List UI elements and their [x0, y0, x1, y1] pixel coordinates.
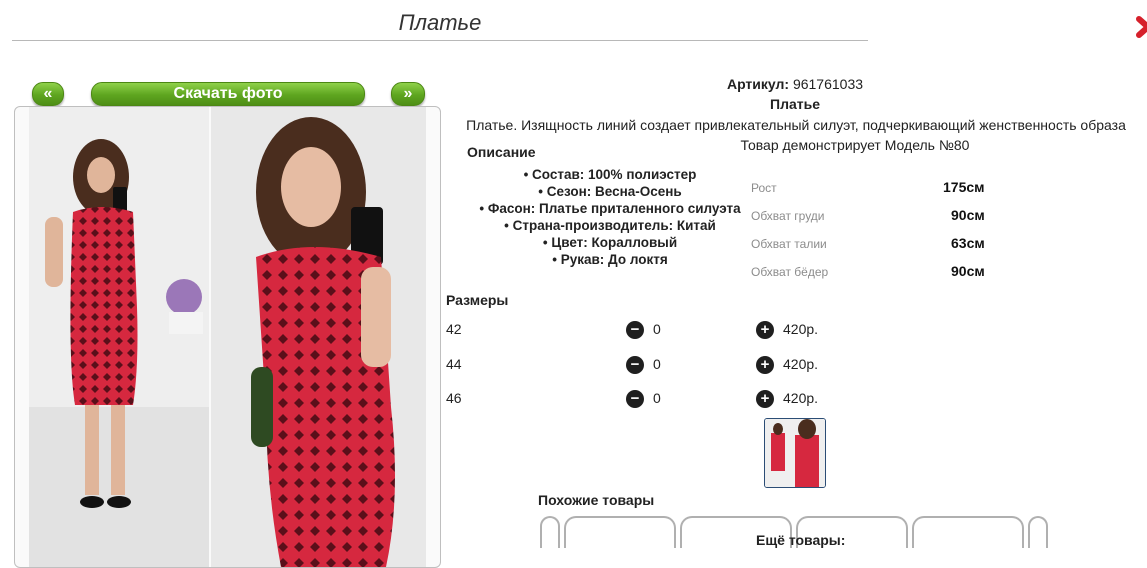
measurement-label: Обхват бёдер: [751, 265, 829, 279]
size-label: 44: [446, 356, 462, 372]
measurement-value: 90см: [951, 207, 985, 223]
measurement-label: Обхват груди: [751, 209, 825, 223]
size-qty: 0: [653, 390, 661, 406]
plus-icon[interactable]: +: [756, 356, 774, 374]
similar-heading: Похожие товары: [538, 492, 655, 508]
size-label: 42: [446, 321, 462, 337]
attribute-item: Состав: 100% полиэстер: [450, 166, 770, 183]
photo-viewer: [14, 106, 441, 568]
prev-photo-button[interactable]: «: [32, 82, 64, 106]
title-divider: [12, 40, 868, 41]
product-photo-closeup: [211, 107, 426, 567]
attribute-item: Сезон: Весна-Осень: [450, 183, 770, 200]
carousel-prev-tab[interactable]: [540, 516, 560, 548]
minus-icon[interactable]: −: [626, 321, 644, 339]
download-photo-button[interactable]: Скачать фото: [91, 82, 365, 106]
minus-icon[interactable]: −: [626, 356, 644, 374]
size-price: 420р.: [783, 390, 819, 406]
article-value: 961761033: [792, 76, 864, 92]
measurement-row: Обхват талии 63см: [751, 235, 991, 251]
product-description: Платье. Изящность линий создает привлека…: [466, 117, 1126, 133]
size-label: 46: [446, 390, 462, 406]
measurement-row: Рост 175см: [751, 179, 991, 195]
product-name: Платье: [770, 96, 820, 112]
measurement-value: 63см: [951, 235, 985, 251]
measurement-value: 175см: [943, 179, 985, 195]
product-photo-full: [29, 107, 209, 567]
size-price: 420р.: [783, 356, 819, 372]
size-qty: 0: [653, 321, 661, 337]
attribute-item: Фасон: Платье приталенного силуэта: [450, 200, 770, 217]
plus-icon[interactable]: +: [756, 321, 774, 339]
measurement-label: Рост: [751, 181, 777, 195]
minus-icon[interactable]: −: [626, 390, 644, 408]
attribute-item: Страна-производитель: Китай: [450, 217, 770, 234]
similar-item-tab[interactable]: [912, 516, 1024, 548]
photo-thumbnail[interactable]: [764, 418, 826, 488]
measurement-value: 90см: [951, 263, 985, 279]
description-heading: Описание: [467, 144, 536, 160]
page-title: Платье: [398, 10, 482, 35]
article-label: Артикул:: [726, 76, 790, 92]
size-qty: 0: [653, 356, 661, 372]
measurement-row: Обхват груди 90см: [751, 207, 991, 223]
measurement-label: Обхват талии: [751, 237, 827, 251]
plus-icon[interactable]: +: [756, 390, 774, 408]
next-photo-button[interactable]: »: [391, 82, 425, 106]
similar-item-tab[interactable]: [564, 516, 676, 548]
carousel-next-tab[interactable]: [1028, 516, 1048, 548]
size-price: 420р.: [783, 321, 819, 337]
article-line: Артикул: 961761033: [660, 76, 930, 92]
model-note: Товар демонстрирует Модель №80: [740, 137, 970, 153]
attribute-list: Состав: 100% полиэстер Сезон: Весна-Осен…: [450, 166, 770, 268]
attribute-item: Рукав: До локтя: [450, 251, 770, 268]
measurement-row: Обхват бёдер 90см: [751, 263, 991, 279]
sizes-heading: Размеры: [446, 292, 509, 308]
close-icon[interactable]: [1136, 14, 1147, 40]
attribute-item: Цвет: Коралловый: [450, 234, 770, 251]
more-items-heading: Ещё товары:: [756, 532, 846, 548]
